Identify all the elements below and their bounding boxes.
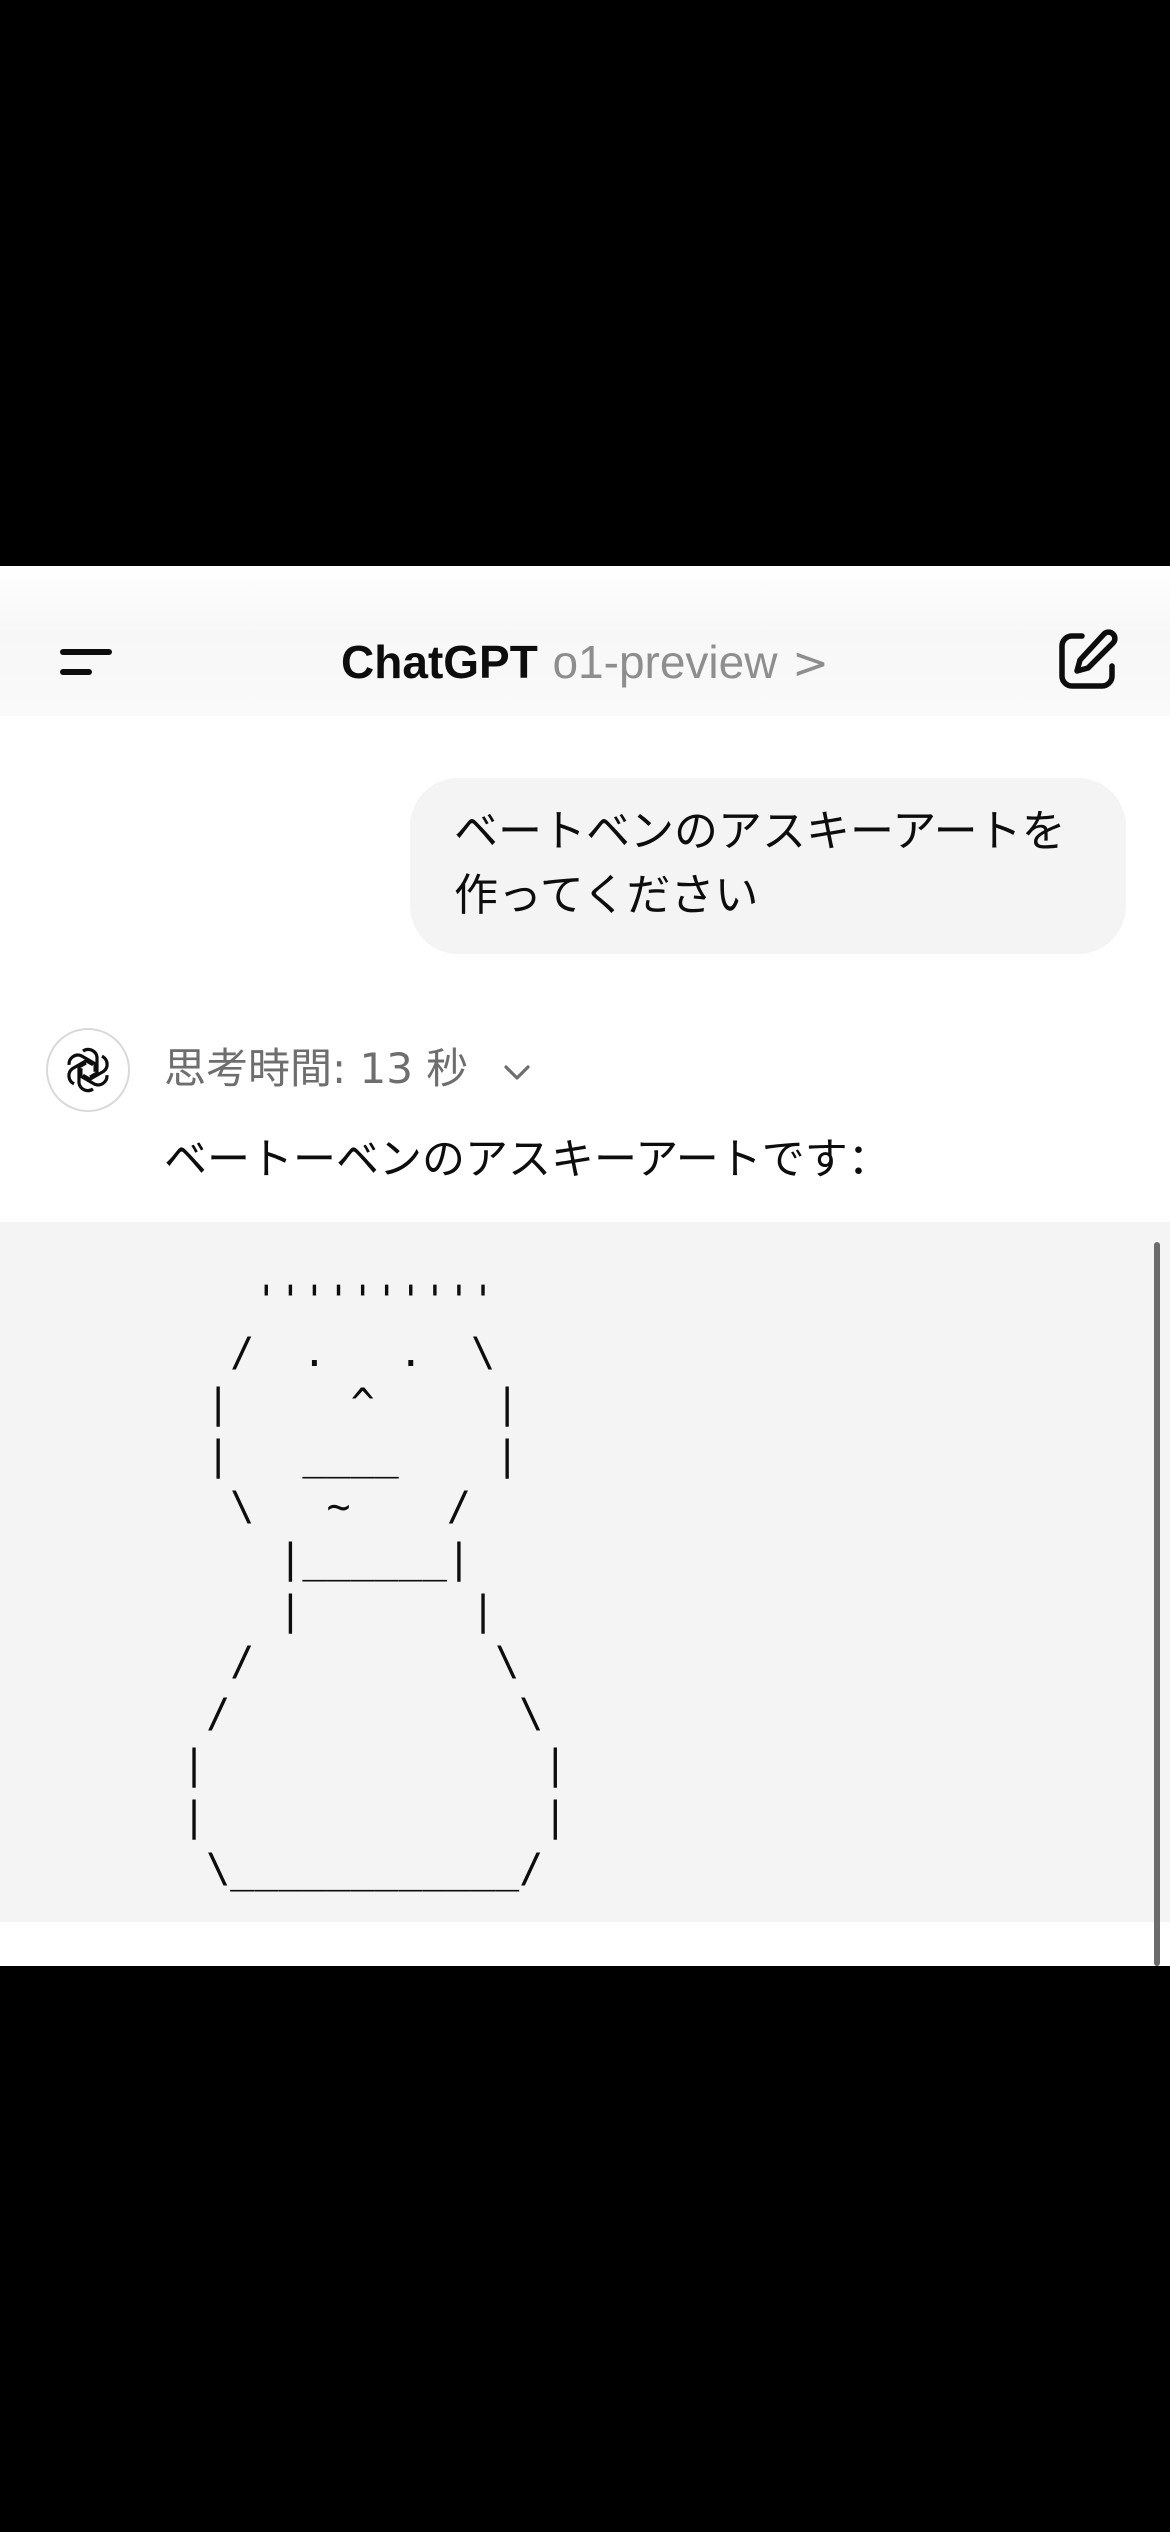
chevron-right-icon: > bbox=[792, 638, 829, 689]
new-chat-button[interactable] bbox=[1052, 624, 1124, 696]
ascii-art: '''''''''' / . . \ | ^ | | ____ | \ ~ / … bbox=[182, 1278, 568, 1892]
assistant-intro-text: ベートーベンのアスキーアートです： bbox=[164, 1135, 891, 1185]
scrollbar[interactable] bbox=[1154, 1242, 1160, 1966]
new-chat-edit-icon bbox=[1059, 629, 1118, 689]
thinking-time-toggle[interactable]: 思考時間: 13 秒 bbox=[164, 1036, 534, 1102]
assistant-avatar bbox=[46, 1028, 130, 1112]
code-block: '''''''''' / . . \ | ^ | | ____ | \ ~ / … bbox=[0, 1222, 1170, 1922]
model-name: o1-preview bbox=[552, 636, 778, 688]
user-message-line-2: 作ってください bbox=[454, 870, 759, 921]
model-selector[interactable]: ChatGPT o1-preview > bbox=[0, 626, 1170, 700]
chevron-down-icon bbox=[504, 1064, 530, 1080]
app-title: ChatGPT bbox=[341, 636, 538, 688]
top-bar: ChatGPT o1-preview > bbox=[0, 566, 1170, 716]
user-message-bubble: ベートベンのアスキーアートを 作ってください bbox=[410, 778, 1126, 954]
openai-logo-icon bbox=[67, 1047, 109, 1093]
chat-screen: ChatGPT o1-preview > ベートベンのアスキーアートを 作ってく… bbox=[0, 566, 1170, 1966]
user-message-line-1: ベートベンのアスキーアートを bbox=[454, 806, 1066, 857]
thinking-time-label: 思考時間: 13 秒 bbox=[164, 1044, 469, 1093]
